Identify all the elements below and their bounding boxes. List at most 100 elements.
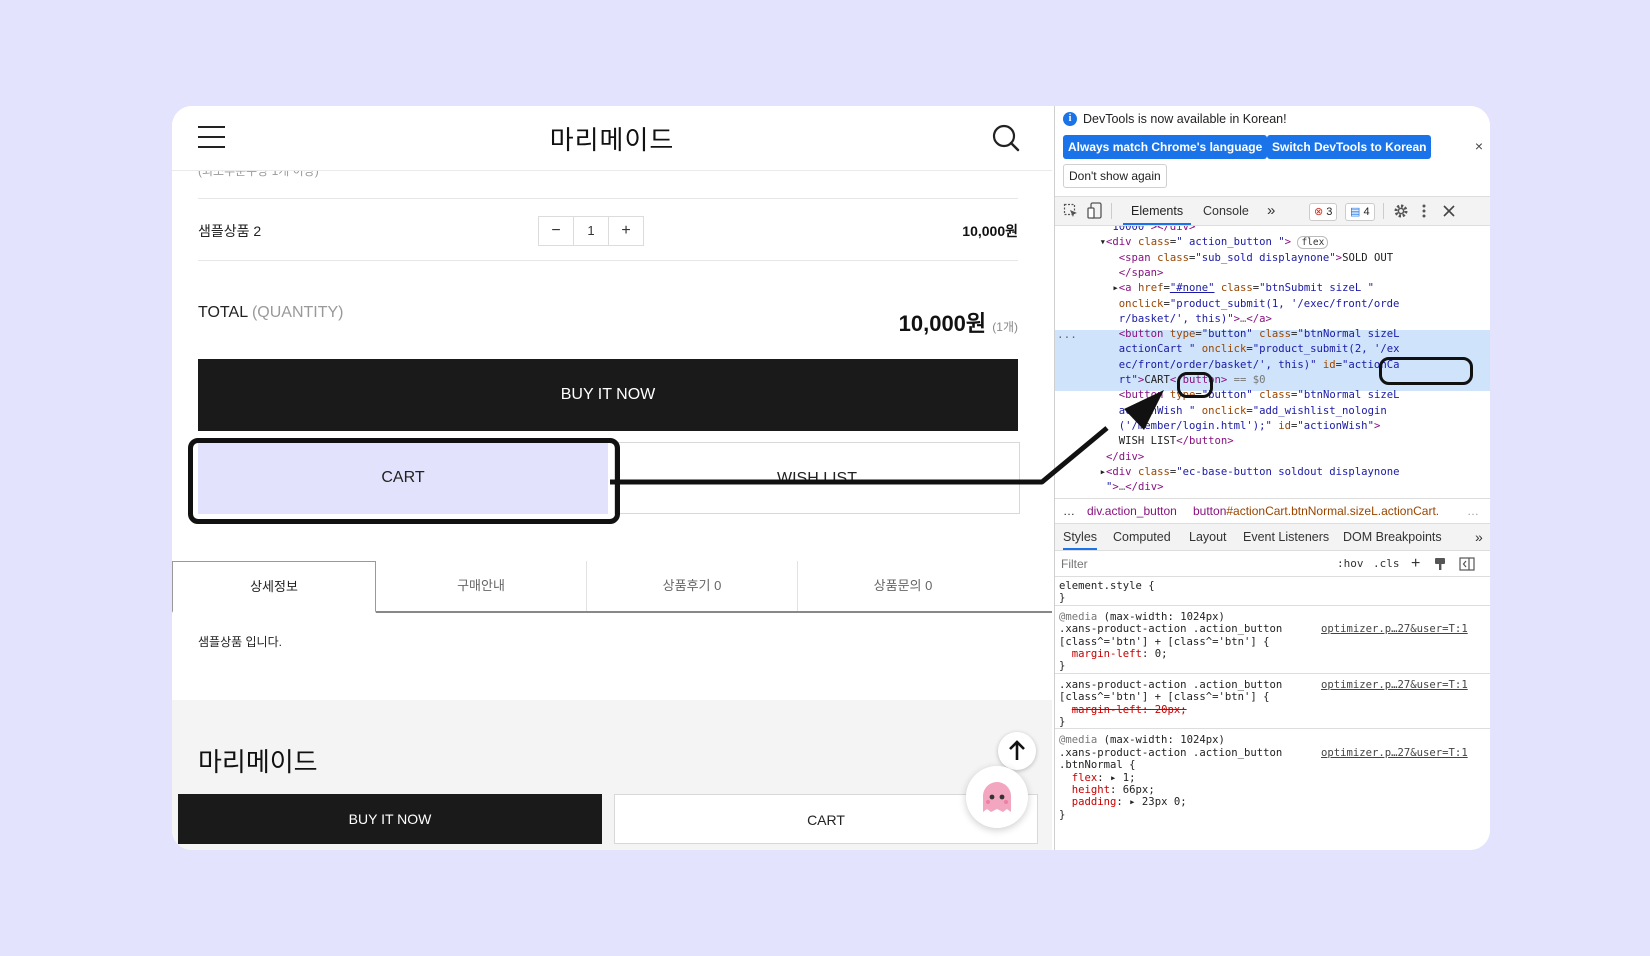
- message-count-badge[interactable]: ▤ 4: [1345, 203, 1375, 221]
- dom-line[interactable]: r/basket/', this)">…</a>: [1055, 312, 1490, 327]
- tab-console[interactable]: Console: [1203, 197, 1249, 225]
- tab-dom-breakpoints[interactable]: DOM Breakpoints: [1343, 524, 1442, 550]
- tab-styles[interactable]: Styles: [1063, 524, 1098, 550]
- quantity-input[interactable]: 1: [573, 217, 609, 245]
- rule-separator: [1055, 672, 1490, 674]
- css-line: .btnNormal {: [1059, 759, 1136, 772]
- total-qty-label: (QUANTITY): [251, 304, 344, 321]
- css-line: margin-left: 20px;: [1071, 703, 1187, 716]
- dom-line[interactable]: <span class="sub_sold displaynone">SOLD …: [1055, 251, 1490, 266]
- tab-detail[interactable]: 상세정보: [172, 561, 376, 613]
- dom-line[interactable]: ">…</div>: [1055, 480, 1490, 494]
- dom-line[interactable]: "10000"></div>: [1055, 226, 1490, 235]
- css-line: flex: ▸ 1;: [1071, 771, 1136, 784]
- rule-separator: [1055, 728, 1490, 730]
- dom-line[interactable]: ▾<div class=" action_button "> flex: [1055, 235, 1490, 250]
- notice-text: DevTools is now available in Korean!: [1083, 112, 1287, 126]
- more-options-icon[interactable]: [1421, 203, 1427, 219]
- product-tabs: 상세정보 구매안내 상품후기 0 상품문의 0: [172, 561, 1052, 613]
- class-toggle[interactable]: .cls: [1373, 552, 1400, 576]
- paint-brush-icon[interactable]: [1433, 557, 1447, 571]
- css-line: element.style {: [1059, 580, 1155, 592]
- rule-source-link[interactable]: optimizer.p…27&user=T:1: [1321, 679, 1468, 692]
- toolbar-divider: [1383, 203, 1384, 219]
- breadcrumb-selector: #actionCart.btnNormal.sizeL.actionCart.: [1226, 504, 1440, 518]
- language-notice: i DevTools is now available in Korean! A…: [1055, 106, 1490, 196]
- dom-line[interactable]: </span>: [1055, 266, 1490, 281]
- quantity-stepper: − 1 +: [538, 216, 644, 246]
- more-tabs-icon[interactable]: »: [1267, 197, 1275, 225]
- chat-ghost-icon[interactable]: [966, 766, 1028, 828]
- buy-now-button[interactable]: BUY IT NOW: [198, 359, 1018, 431]
- wish-list-button[interactable]: WISH LIST: [614, 442, 1020, 514]
- breadcrumb-tag: button: [1193, 504, 1227, 518]
- dom-line[interactable]: </div>: [1055, 450, 1490, 465]
- rule-source-link[interactable]: optimizer.p…27&user=T:1: [1321, 747, 1468, 760]
- breadcrumb-action-button[interactable]: div.action_button: [1087, 499, 1177, 523]
- product-description: 샘플상품 입니다.: [198, 635, 282, 649]
- cart-highlight-ring: [188, 438, 620, 524]
- styles-tabs: Styles Computed Layout Event Listeners D…: [1055, 524, 1490, 551]
- increase-button[interactable]: +: [609, 217, 643, 245]
- sticky-buy-now-button[interactable]: BUY IT NOW: [178, 794, 602, 844]
- tab-elements[interactable]: Elements: [1123, 197, 1192, 225]
- new-rule-icon[interactable]: +: [1411, 552, 1420, 576]
- message-count: 4: [1363, 206, 1370, 218]
- close-notice-icon[interactable]: ×: [1475, 138, 1483, 154]
- tab-layout[interactable]: Layout: [1189, 524, 1227, 550]
- breadcrumb-more[interactable]: …: [1063, 499, 1075, 523]
- breadcrumb-end[interactable]: …: [1467, 499, 1479, 523]
- tab-computed[interactable]: Computed: [1113, 524, 1171, 550]
- dom-line[interactable]: ▸<div class="ec-base-button soldout disp…: [1055, 465, 1490, 480]
- info-icon: i: [1063, 112, 1077, 126]
- site-header: 마리메이드: [172, 106, 1052, 171]
- tab-purchase-guide[interactable]: 구매안내: [376, 561, 586, 611]
- dom-line[interactable]: ('/member/login.html');" id="actionWish"…: [1055, 419, 1490, 434]
- tab-qna[interactable]: 상품문의 0: [798, 561, 1008, 611]
- divider: [198, 198, 1018, 199]
- rule-separator: [1055, 604, 1490, 606]
- css-line: padding: ▸ 23px 0;: [1071, 796, 1187, 809]
- more-style-tabs-icon[interactable]: »: [1475, 524, 1483, 550]
- error-icon: ⊗: [1314, 206, 1324, 218]
- rule-source-link[interactable]: optimizer.p…27&user=T:1: [1321, 623, 1468, 636]
- devtools-panel: i DevTools is now available in Korean! A…: [1054, 106, 1490, 850]
- close-devtools-icon[interactable]: [1443, 205, 1455, 217]
- device-toggle-icon[interactable]: [1087, 202, 1103, 220]
- footer-brand: 마리메이드: [198, 747, 318, 777]
- dom-line[interactable]: <button type="button" class="btnNormal s…: [1055, 388, 1490, 403]
- dom-line[interactable]: onclick="product_submit(1, '/exec/front/…: [1055, 297, 1490, 312]
- styles-filter-row: :hov .cls +: [1055, 552, 1490, 577]
- dom-line[interactable]: actionCart " onclick="product_submit(2, …: [1055, 342, 1490, 357]
- message-icon: ▤: [1350, 206, 1361, 218]
- browser-frame: (최소주문수량 1개 이상) 마리메이드 샘플상품 2 − 1 + 10,000…: [172, 106, 1490, 850]
- css-line: .xans-product-action .action_button: [1059, 623, 1283, 636]
- switch-to-korean-button[interactable]: Switch DevTools to Korean: [1267, 135, 1432, 159]
- dom-line[interactable]: WISH LIST</button>: [1055, 434, 1490, 449]
- decrease-button[interactable]: −: [539, 217, 573, 245]
- hover-state-toggle[interactable]: :hov: [1337, 552, 1364, 576]
- id-attribute-end-highlight-ring: [1177, 372, 1213, 398]
- dom-line[interactable]: ▸<a href="#none" class="btnSubmit sizeL …: [1055, 281, 1490, 296]
- dont-show-again-button[interactable]: Don't show again: [1063, 164, 1167, 188]
- error-count-badge[interactable]: ⊗ 3: [1309, 203, 1338, 221]
- breadcrumb-action-cart[interactable]: button#actionCart.btnNormal.sizeL.action…: [1193, 499, 1439, 523]
- tab-event-listeners[interactable]: Event Listeners: [1243, 524, 1329, 550]
- toggle-sidebar-icon[interactable]: [1459, 557, 1475, 571]
- css-line: height: 66px;: [1071, 784, 1155, 796]
- always-match-language-button[interactable]: Always match Chrome's language: [1063, 135, 1268, 159]
- settings-gear-icon[interactable]: [1393, 203, 1409, 219]
- search-icon[interactable]: [992, 124, 1020, 152]
- scroll-top-arrow-icon[interactable]: [998, 732, 1036, 770]
- styles-filter-input[interactable]: [1059, 554, 1313, 574]
- total-text: TOTAL: [198, 304, 248, 321]
- inspect-element-icon[interactable]: [1063, 203, 1079, 219]
- divider: [198, 260, 1018, 261]
- site-brand[interactable]: 마리메이드: [172, 120, 1052, 157]
- dom-line[interactable]: actionWish " onclick="add_wishlist_nolog…: [1055, 404, 1490, 419]
- total-label: TOTAL (QUANTITY): [198, 304, 344, 322]
- product-price: 10,000원: [962, 223, 1018, 239]
- tab-reviews[interactable]: 상품후기 0: [587, 561, 797, 611]
- total-count: (1개): [992, 320, 1018, 334]
- dom-line[interactable]: <button type="button" class="btnNormal s…: [1055, 327, 1490, 342]
